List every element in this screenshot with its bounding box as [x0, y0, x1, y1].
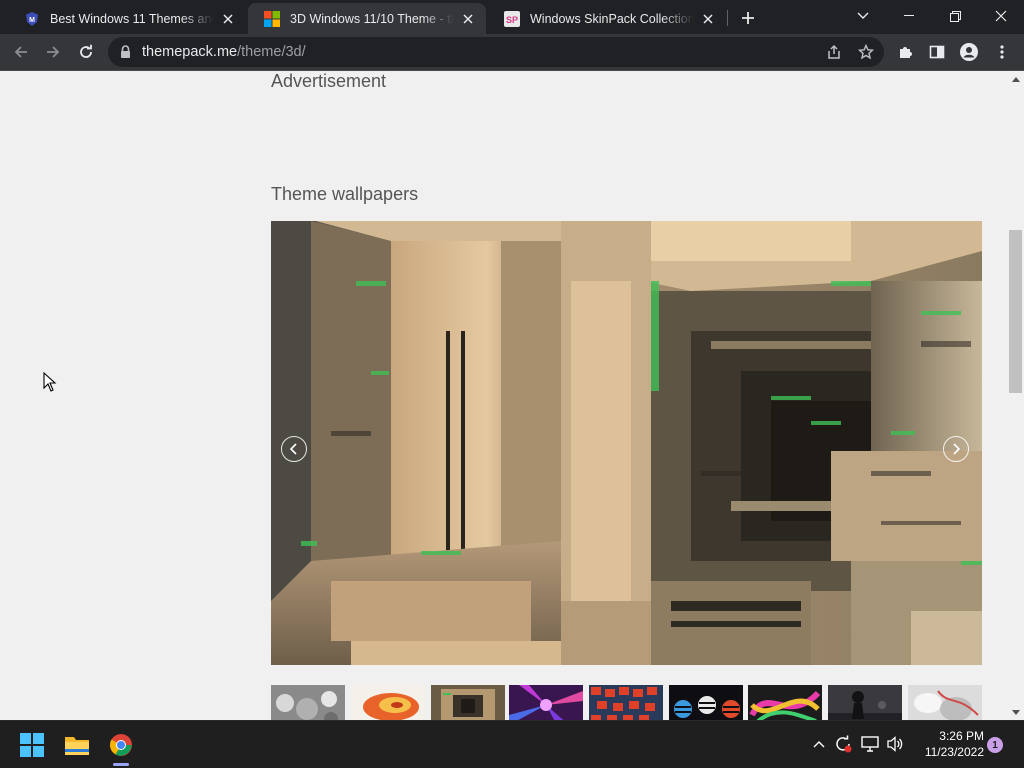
reload-button[interactable] — [72, 38, 100, 66]
tab-title: 3D Windows 11/10 Theme - themepack.me — [290, 11, 454, 26]
back-icon — [14, 46, 27, 58]
sync-icon — [836, 735, 852, 753]
reload-icon — [80, 44, 92, 58]
volume-tray-button[interactable] — [884, 733, 906, 755]
sync-tray-button[interactable] — [832, 733, 854, 755]
forward-icon — [47, 46, 60, 58]
chevron-left-icon — [289, 443, 297, 455]
close-icon — [995, 10, 1007, 22]
themepack-shield-icon: M — [24, 11, 40, 27]
thumbnail-neon-ribbons[interactable] — [748, 685, 822, 720]
thumbnail-red-cubes[interactable] — [589, 685, 663, 720]
menu-icon — [1000, 45, 1004, 59]
scroll-up-icon — [1012, 76, 1020, 82]
back-button[interactable] — [7, 38, 35, 66]
start-button[interactable] — [12, 725, 52, 765]
skinpack-sp-icon: SP — [504, 10, 520, 27]
side-panel-icon — [929, 45, 945, 59]
windows-logo-icon — [264, 10, 280, 27]
tab-separator — [727, 10, 728, 26]
new-tab-button[interactable] — [736, 6, 760, 30]
extensions-icon — [900, 47, 912, 58]
tab-search-icon — [857, 12, 869, 19]
url-path: /theme/3d/ — [237, 44, 306, 60]
browser-toolbar: themepack.me/theme/3d/ — [0, 34, 1024, 71]
profile-icon — [960, 43, 978, 61]
chrome-menu-button[interactable] — [988, 38, 1016, 66]
star-icon — [858, 44, 874, 60]
tab-title: Best Windows 11 Themes and Skins — [50, 11, 214, 26]
url-text: themepack.me/theme/3d/ — [142, 37, 306, 67]
thumbnail-orange-swirl[interactable] — [351, 685, 425, 720]
tab-3d-windows-theme[interactable]: 3D Windows 11/10 Theme - themepack.me — [248, 3, 486, 34]
taskbar-clock[interactable]: 3:26 PM 11/23/2022 — [914, 728, 984, 760]
close-tab-icon[interactable] — [460, 11, 476, 27]
share-icon — [828, 44, 840, 59]
network-tray-button[interactable] — [859, 733, 881, 755]
scroll-down-button[interactable] — [1008, 704, 1024, 720]
advertisement-label: Advertisement — [271, 71, 387, 91]
windows-taskbar: 3:26 PM 11/23/2022 1 — [0, 720, 1024, 768]
carousel-next-button[interactable] — [943, 436, 969, 462]
clock-date: 11/23/2022 — [924, 745, 984, 759]
bookmark-button[interactable] — [852, 38, 880, 66]
restore-button[interactable] — [932, 0, 978, 32]
tab-search-button[interactable] — [840, 0, 886, 32]
chrome-taskbar-button[interactable] — [101, 725, 141, 765]
plus-icon — [742, 12, 754, 24]
tab-title: Windows SkinPack Collections - SkinPack — [530, 11, 694, 26]
mouse-cursor-icon — [43, 371, 57, 397]
thumbnail-purple-burst[interactable] — [509, 685, 583, 720]
url-domain: themepack.me — [142, 44, 238, 60]
close-window-button[interactable] — [978, 0, 1024, 32]
clock-time: 3:26 PM — [939, 729, 984, 743]
lock-icon[interactable] — [120, 45, 131, 64]
notification-badge[interactable]: 1 — [987, 737, 1003, 753]
scrollbar-thumb[interactable] — [1009, 230, 1022, 393]
chrome-icon — [110, 734, 132, 756]
show-hidden-icons-button[interactable] — [808, 733, 830, 755]
thumbnail-dark-chess[interactable] — [828, 685, 902, 720]
chevron-right-icon — [953, 443, 961, 455]
svg-text:SP: SP — [506, 15, 518, 25]
thumbnail-grey-spheres[interactable] — [271, 685, 345, 720]
chevron-up-icon — [813, 741, 825, 748]
minimize-button[interactable] — [886, 0, 932, 32]
scroll-up-button[interactable] — [1008, 71, 1024, 87]
network-icon — [861, 736, 879, 752]
3d-corridor-wallpaper — [271, 221, 982, 665]
svg-text:M: M — [29, 17, 35, 24]
volume-icon — [887, 736, 903, 752]
forward-button[interactable] — [39, 38, 67, 66]
close-tab-icon[interactable] — [220, 11, 236, 27]
tab-best-windows-themes[interactable]: M Best Windows 11 Themes and Skins — [8, 3, 246, 34]
thumbnail-white-abstract[interactable] — [908, 685, 982, 720]
tab-windows-skinpack[interactable]: SP Windows SkinPack Collections - SkinPa… — [488, 3, 726, 34]
close-tab-icon[interactable] — [700, 11, 716, 27]
profile-button[interactable] — [955, 38, 983, 66]
file-explorer-button[interactable] — [57, 725, 97, 765]
share-button[interactable] — [820, 38, 848, 66]
active-app-indicator — [113, 763, 129, 766]
start-icon — [20, 733, 44, 757]
extensions-button[interactable] — [892, 38, 920, 66]
tab-strip: M Best Windows 11 Themes and Skins 3D Wi… — [0, 0, 1024, 34]
page-content: Advertisement Theme wallpapers — [0, 71, 1008, 720]
restore-icon — [949, 10, 961, 22]
file-explorer-icon — [65, 737, 89, 755]
thumbnail-gold-corridor[interactable] — [431, 685, 505, 720]
side-panel-button[interactable] — [923, 38, 951, 66]
carousel-prev-button[interactable] — [281, 436, 307, 462]
minimize-icon — [904, 15, 914, 16]
page-scrollbar[interactable] — [1008, 71, 1024, 720]
scroll-down-icon — [1012, 709, 1020, 715]
address-bar[interactable]: themepack.me/theme/3d/ — [108, 37, 884, 67]
section-title: Theme wallpapers — [271, 184, 419, 204]
wallpaper-carousel-image[interactable] — [271, 221, 982, 665]
thumbnail-striped-balls[interactable] — [669, 685, 743, 720]
